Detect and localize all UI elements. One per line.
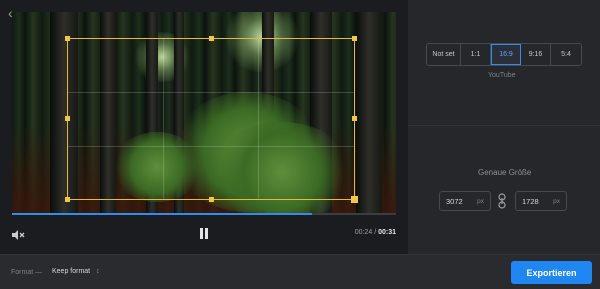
progress-fill (12, 213, 312, 215)
time-separator: / (374, 229, 377, 236)
crop-gridline (68, 92, 354, 94)
crop-handle-top-right[interactable] (352, 36, 357, 41)
height-value: 1728 (522, 196, 539, 206)
export-button[interactable]: Exportieren (511, 261, 592, 284)
height-unit: px (553, 197, 560, 205)
playback-progress-bar[interactable] (12, 213, 396, 215)
chevron-updown-icon: ↕ (96, 268, 100, 275)
crop-frame[interactable] (65, 36, 358, 203)
format-select[interactable]: Keep format ↕ (52, 268, 100, 275)
speaker-muted-icon[interactable] (11, 228, 25, 240)
exact-size-title: Genaue Größe (478, 168, 532, 177)
video-preview[interactable] (12, 12, 396, 214)
aspect-option-not-set[interactable]: Not set (427, 44, 461, 65)
crop-handle-top[interactable] (209, 36, 214, 41)
link-icon[interactable] (496, 193, 508, 209)
editor-panel: ‹ 00:24 / 00:31 (0, 0, 408, 254)
crop-handle-right[interactable] (352, 116, 357, 121)
crop-handle-top-left[interactable] (65, 36, 70, 41)
width-field[interactable]: 3072 px (439, 191, 491, 211)
time-readout: 00:24 / 00:31 (355, 229, 396, 236)
total-time: 00:31 (378, 229, 396, 236)
crop-handle-bottom-right[interactable] (351, 196, 358, 203)
height-field[interactable]: 1728 px (515, 191, 567, 211)
pause-icon[interactable] (198, 228, 210, 240)
aspect-ratio-selector: Not set 1:1 16:9 9:16 5:4 (426, 43, 582, 66)
aspect-option-5-4[interactable]: 5:4 (551, 44, 581, 65)
aspect-option-9-16[interactable]: 9:16 (521, 44, 551, 65)
pause-bar (205, 228, 208, 239)
crop-handle-bottom[interactable] (209, 197, 214, 202)
tree-trunk (356, 12, 382, 214)
crop-handle-bottom-left[interactable] (65, 197, 70, 202)
aspect-option-1-1[interactable]: 1:1 (461, 44, 491, 65)
format-label: Format — (11, 269, 43, 276)
footer-bar: Format — Keep format ↕ Exportieren (0, 254, 600, 289)
format-value: Keep format (52, 268, 91, 275)
aspect-option-16-9[interactable]: 16:9 (491, 44, 521, 65)
width-unit: px (477, 197, 484, 205)
width-value: 3072 (446, 196, 463, 206)
panel-divider (408, 125, 600, 126)
current-time: 00:24 (354, 229, 373, 236)
crop-gridline (258, 39, 260, 199)
pause-bar (200, 228, 203, 239)
crop-gridline (163, 39, 165, 199)
crop-handle-left[interactable] (65, 116, 70, 121)
crop-gridline (68, 145, 354, 147)
settings-panel (408, 0, 600, 254)
aspect-hint: YouTube (488, 72, 516, 79)
